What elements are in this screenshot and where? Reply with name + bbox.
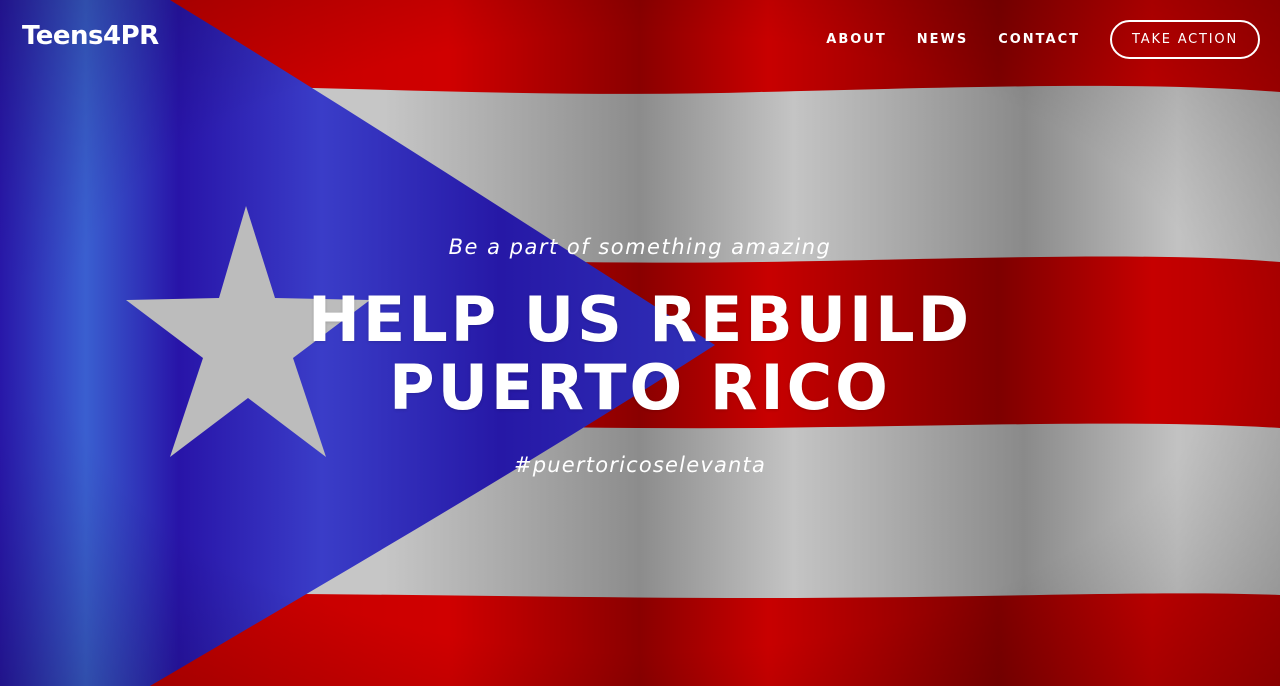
hero-hashtag: #puertoricoselevanta [513,453,767,477]
hero-tagline: Be a part of something amazing [448,235,832,259]
hero-headline: HELP US REBUILD PUERTO RICO [0,286,1280,422]
take-action-button[interactable]: TAKE ACTION [1110,19,1260,59]
nav-item-contact[interactable]: CONTACT [998,32,1080,47]
hero-section: Teens4PR ABOUT NEWS CONTACT TAKE ACTION … [0,0,1280,686]
nav-item-news[interactable]: NEWS [917,32,968,47]
site-logo[interactable]: Teens4PR [22,20,159,52]
headline-line-1: HELP US REBUILD [307,283,973,356]
nav-item-about[interactable]: ABOUT [826,32,886,47]
main-nav: ABOUT NEWS CONTACT TAKE ACTION [796,18,1260,60]
hero-content: Be a part of something amazing HELP US R… [0,228,1280,484]
headline-line-2: PUERTO RICO [389,351,891,424]
navbar: Teens4PR ABOUT NEWS CONTACT TAKE ACTION [0,0,1280,78]
